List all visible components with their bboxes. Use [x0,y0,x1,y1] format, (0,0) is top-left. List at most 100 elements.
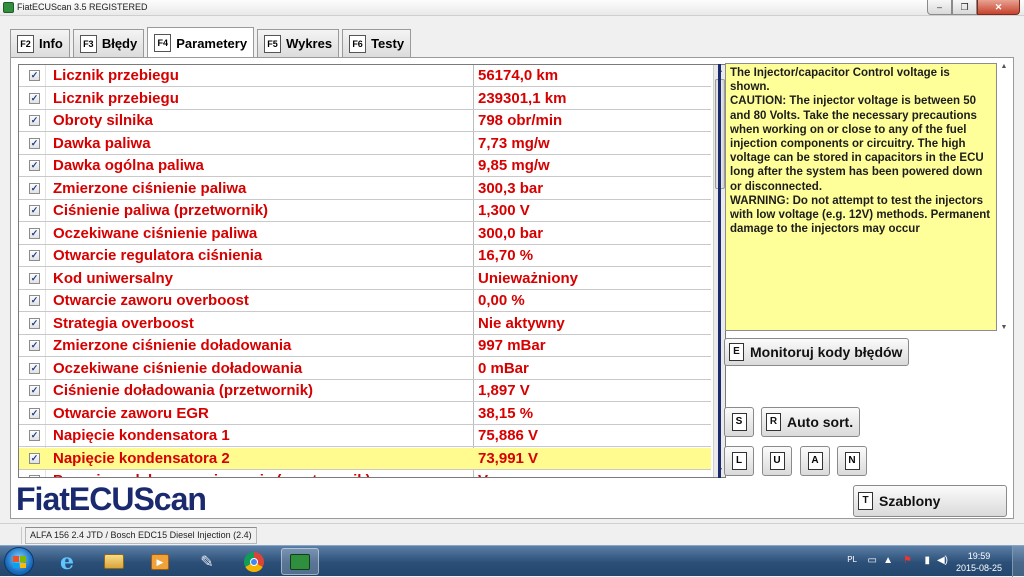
key-badge: N [844,452,860,470]
taskbar: e ▶ ✎ PL ▭ ▲ ⚑ ▮ ◀) 19:59 2015-08-25 [0,545,1024,577]
parameter-value: 7,73 mg/w [478,134,550,152]
start-button[interactable] [4,547,34,576]
fiatecuscan-icon[interactable] [281,548,319,575]
language-indicator[interactable]: PL [847,555,857,564]
parameter-checkbox[interactable]: ✓ [29,407,40,419]
auto-sort-button[interactable]: R Auto sort. [761,407,861,437]
parameter-checkbox[interactable]: ✓ [29,475,40,477]
key-badge: T [858,492,873,510]
parameter-checkbox[interactable]: ✓ [29,70,40,81]
tab-label: Błędy [101,36,138,51]
tab-errors[interactable]: F3 Błędy [72,29,145,57]
key-badge: L [731,452,747,470]
parameter-row[interactable]: ✓ Napięcie kondensatora 1 75,886 V [19,425,711,447]
parameter-name: Kod uniwersalny [53,269,174,287]
maximize-button[interactable]: ❐ [952,0,977,15]
s-button[interactable]: S [724,407,754,437]
parameter-row[interactable]: ✓ Napięcie kondensatora 2 73,991 V [19,447,711,470]
volume-icon[interactable]: ◀) [937,555,948,566]
parameter-checkbox[interactable]: ✓ [29,160,40,171]
clock[interactable]: 19:59 2015-08-25 [956,550,1002,574]
clock-date: 2015-08-25 [955,563,1002,573]
parameter-row[interactable]: ✓ Licznik przebiegu 239301,1 km [19,88,711,110]
parameter-value: 997 mBar [478,337,546,354]
keyboard-icon[interactable]: ▭ [868,555,877,566]
parameter-row[interactable]: ✓ Zmierzone ciśnienie doładowania 997 mBar [19,335,711,357]
parameter-value: 1,300 V [478,202,530,219]
chrome-icon[interactable] [235,548,273,575]
parameter-row[interactable]: ✓ Kod uniwersalny Unieważniony [19,268,711,290]
parameter-checkbox[interactable]: ✓ [29,92,40,104]
window-controls: – ❐ ✕ [927,0,1020,15]
parameter-checkbox[interactable]: ✓ [29,182,40,194]
description-scrollbar[interactable]: ▲ ▼ [999,63,1009,331]
parameter-row[interactable]: ✓ Otwarcie zaworu EGR 38,15 % [19,403,711,425]
parameter-checkbox[interactable]: ✓ [29,430,40,441]
parameter-row[interactable]: ✓ Zmierzone ciśnienie paliwa 300,3 bar [19,178,711,200]
parameter-name: Napięcie kondensatora 1 [53,427,230,444]
clock-time: 19:59 [967,551,991,561]
parameter-row[interactable]: ✓ Dawka ogólna paliwa 9,85 mg/w [19,155,711,177]
parameters-panel: ✓ Licznik przebiegu 56174,0 km ✓ Licznik prz… [10,57,1014,519]
parameter-checkbox[interactable]: ✓ [29,227,40,239]
u-button[interactable]: U [762,446,792,476]
explorer-icon[interactable] [95,548,133,575]
parameters-table: ✓ Licznik przebiegu 56174,0 km ✓ Licznik prz… [18,64,726,478]
parameter-checkbox[interactable]: ✓ [29,317,40,329]
parameter-checkbox[interactable]: ✓ [29,272,40,284]
fkey-badge: F2 [17,34,34,53]
tools-icon[interactable]: ✎ [188,548,226,575]
media-player-icon[interactable]: ▶ [141,548,179,575]
close-button[interactable]: ✕ [977,0,1020,15]
parameter-checkbox[interactable]: ✓ [29,362,40,374]
parameter-checkbox[interactable]: ✓ [29,452,40,464]
scroll-down-icon[interactable]: ▼ [999,324,1009,331]
parameter-checkbox[interactable]: ✓ [29,115,40,126]
show-hidden-icon[interactable]: ▲ [883,555,893,566]
parameter-name: Licznik przebiegu [53,89,179,107]
parameter-row[interactable]: ✓ Oczekiwane ciśnienie doładowania 0 mBar [19,358,711,380]
windows-logo-icon [13,556,26,568]
vehicle-status: ALFA 156 2.4 JTD / Bosch EDC15 Diesel In… [25,527,257,544]
templates-button[interactable]: T Szablony [853,485,1007,517]
parameter-name: Pozycja pedału przyspieszenia (przetworn… [53,472,371,477]
parameter-row[interactable]: ✓ Dawka paliwa 7,73 mg/w [19,133,711,155]
parameter-row[interactable]: ✓ Otwarcie regulatora ciśnienia 16,70 % [19,245,711,267]
tab-parameters[interactable]: F4 Parametery [147,27,255,58]
tab-chart[interactable]: F5 Wykres [257,29,340,57]
monitor-errors-button[interactable]: E Monitoruj kody błędów [724,338,910,366]
parameter-checkbox[interactable]: ✓ [29,250,40,261]
fkey-badge: F3 [79,34,97,53]
parameter-row[interactable]: ✓ Strategia overboost Nie aktywny [19,313,711,335]
window-title: FiatECUScan 3.5 REGISTERED [17,2,148,12]
tab-label: Parametery [176,35,248,51]
tab-tests[interactable]: F6 Testy [342,29,412,57]
parameter-row[interactable]: ✓ Otwarcie zaworu overboost 0,00 % [19,290,711,312]
n-button[interactable]: N [837,446,867,476]
parameter-value: 73,991 V [478,449,539,467]
parameter-value: 75,886 V [478,427,539,444]
parameter-row[interactable]: ✓ Oczekiwane ciśnienie paliwa 300,0 bar [19,223,711,245]
parameter-value: 0,00 % [478,292,525,309]
parameter-checkbox[interactable]: ✓ [29,137,40,149]
a-button[interactable]: A [800,446,830,476]
parameter-row[interactable]: ✓ Licznik przebiegu 56174,0 km [19,65,711,87]
action-center-icon[interactable]: ⚑ [903,555,912,566]
l-button[interactable]: L [724,446,754,476]
tab-label: Wykres [286,36,333,51]
parameter-checkbox[interactable]: ✓ [29,295,40,306]
parameter-checkbox[interactable]: ✓ [29,340,40,351]
parameter-checkbox[interactable]: ✓ [29,205,40,216]
parameter-row[interactable]: ✓ Ciśnienie doładowania (przetwornik) 1,89… [19,380,711,402]
show-desktop-button[interactable] [1012,546,1024,577]
ie-icon[interactable]: e [48,548,86,575]
tab-info[interactable]: F2 Info [10,29,70,57]
parameter-row[interactable]: ✓ Ciśnienie paliwa (przetwornik) 1,300 V [19,200,711,222]
network-icon[interactable]: ▮ [924,555,930,566]
parameter-row[interactable]: ✓ Obroty silnika 798 obr/min [19,110,711,132]
parameter-name: Otwarcie zaworu overboost [53,292,249,309]
parameter-row[interactable]: ✓ Pozycja pedału przyspieszenia (przetwor… [19,470,711,477]
minimize-button[interactable]: – [927,0,952,15]
parameter-checkbox[interactable]: ✓ [29,385,40,396]
scroll-up-icon[interactable]: ▲ [999,63,1009,70]
